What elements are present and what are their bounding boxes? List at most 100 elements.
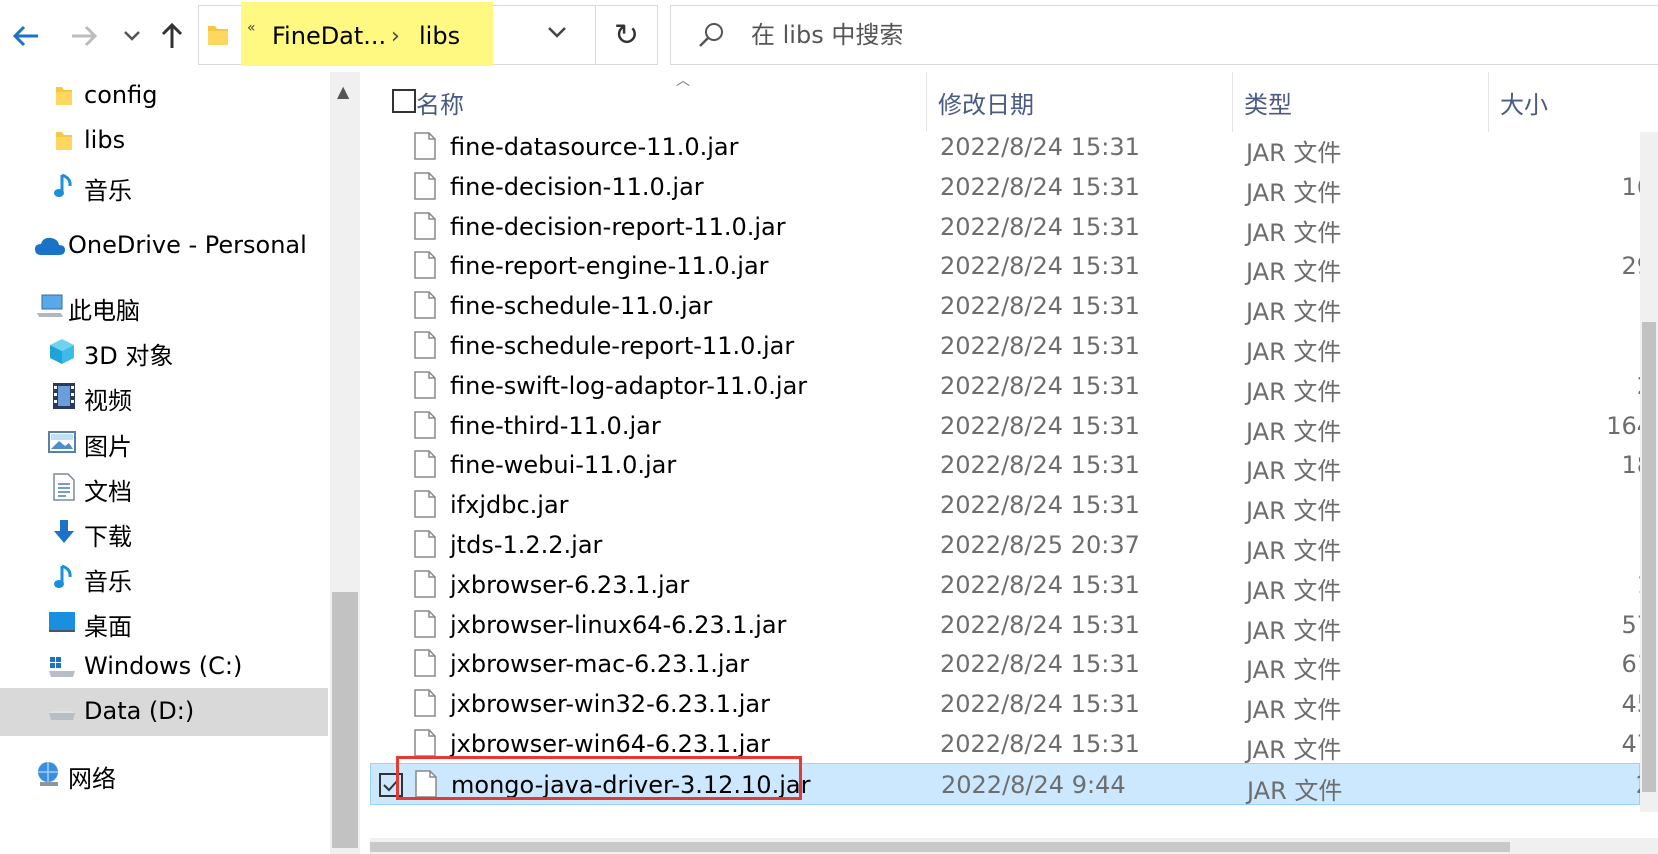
file-date: 2022/8/24 15:31 xyxy=(940,252,1140,280)
sidebar-item-onedrive[interactable]: OneDrive - Personal xyxy=(0,222,328,270)
file-name: ifxjdbc.jar xyxy=(450,491,569,519)
address-bar[interactable]: « FineDat... › libs xyxy=(198,2,596,66)
breadcrumb-finedata[interactable]: FineDat... xyxy=(272,22,386,50)
column-name[interactable]: 名称 xyxy=(416,72,926,132)
annotation-highlight-box xyxy=(396,756,802,800)
search-icon xyxy=(697,20,727,54)
file-name: fine-decision-report-11.0.jar xyxy=(450,213,786,241)
column-divider[interactable] xyxy=(1232,72,1233,132)
address-overflow-chevron[interactable]: « xyxy=(247,20,256,36)
sidebar-item-network[interactable]: 网络 xyxy=(0,750,328,798)
scroll-up-icon[interactable]: ▲ xyxy=(337,82,349,101)
sidebar-item-music-2[interactable]: 音乐 xyxy=(0,553,328,601)
file-row[interactable]: fine-report-engine-11.0.jar 2022/8/24 15:… xyxy=(370,245,1652,287)
column-date[interactable]: 修改日期 xyxy=(938,72,1234,132)
file-row[interactable]: fine-third-11.0.jar 2022/8/24 15:31 JAR 文件… xyxy=(370,405,1652,447)
sidebar-item-label: 此电脑 xyxy=(68,297,140,325)
sidebar-item-desktop[interactable]: 桌面 xyxy=(0,598,328,646)
sidebar-item-music[interactable]: 音乐 xyxy=(0,162,328,210)
folder-icon xyxy=(50,82,78,110)
file-icon xyxy=(414,570,436,604)
file-type: JAR 文件 xyxy=(1246,656,1342,684)
file-row[interactable]: jxbrowser-6.23.1.jar 2022/8/24 15:31 JAR 文… xyxy=(370,564,1652,606)
column-divider[interactable] xyxy=(926,72,927,132)
file-date: 2022/8/24 15:31 xyxy=(940,650,1140,678)
file-type: JAR 文件 xyxy=(1246,696,1342,724)
up-button[interactable] xyxy=(152,16,192,56)
file-name: fine-webui-11.0.jar xyxy=(450,451,677,479)
file-row[interactable]: fine-schedule-11.0.jar 2022/8/24 15:31 JAR… xyxy=(370,285,1640,327)
select-all-checkbox[interactable] xyxy=(392,89,416,113)
file-row[interactable]: ifxjdbc.jar 2022/8/24 15:31 JAR 文件 xyxy=(370,484,1640,526)
sidebar-item-label: libs xyxy=(84,126,126,154)
file-row[interactable]: fine-webui-11.0.jar 2022/8/24 15:31 JAR 文件… xyxy=(370,444,1652,486)
file-row[interactable]: fine-decision-report-11.0.jar 2022/8/24 1… xyxy=(370,206,1640,248)
file-row[interactable]: jxbrowser-mac-6.23.1.jar 2022/8/24 15:31 J… xyxy=(370,643,1652,685)
search-input[interactable] xyxy=(751,6,1631,64)
file-type: JAR 文件 xyxy=(1246,617,1342,645)
refresh-button[interactable]: ↻ xyxy=(596,5,658,65)
horizontal-scrollbar[interactable] xyxy=(370,838,1658,854)
column-size[interactable]: 大小 xyxy=(1500,72,1658,132)
search-box[interactable] xyxy=(670,5,1658,65)
sidebar-item-downloads[interactable]: 下载 xyxy=(0,508,328,556)
column-header: ︿ 名称 修改日期 类型 大小 xyxy=(370,72,1658,132)
file-row[interactable]: fine-datasource-11.0.jar 2022/8/24 15:31 J… xyxy=(370,126,1640,168)
file-date: 2022/8/24 15:31 xyxy=(940,372,1140,400)
file-icon xyxy=(414,132,436,166)
file-name: jxbrowser-6.23.1.jar xyxy=(450,571,690,599)
file-name: fine-datasource-11.0.jar xyxy=(450,133,739,161)
file-icon xyxy=(414,450,436,484)
breadcrumb-libs[interactable]: libs xyxy=(419,22,460,50)
file-date: 2022/8/24 15:31 xyxy=(940,730,1140,758)
sidebar-item-windows-c[interactable]: Windows (C:) xyxy=(0,643,328,691)
address-history-dropdown[interactable] xyxy=(547,24,567,43)
forward-button[interactable] xyxy=(64,16,104,56)
video-icon xyxy=(50,382,78,410)
file-icon xyxy=(414,331,436,365)
sidebar-item-this-pc[interactable]: 此电脑 xyxy=(0,282,328,330)
file-type: JAR 文件 xyxy=(1246,497,1342,525)
recent-locations-button[interactable] xyxy=(112,16,152,56)
arrow-up-icon xyxy=(161,22,183,48)
file-name: fine-decision-11.0.jar xyxy=(450,173,704,201)
back-button[interactable] xyxy=(6,16,46,56)
sidebar-item-label: 文档 xyxy=(84,478,132,506)
documents-icon xyxy=(50,473,78,501)
sidebar-item-3d-objects[interactable]: 3D 对象 xyxy=(0,327,328,375)
file-name: fine-report-engine-11.0.jar xyxy=(450,252,769,280)
sidebar-item-label: 3D 对象 xyxy=(84,342,174,370)
file-date: 2022/8/24 15:31 xyxy=(940,133,1140,161)
sidebar-item-config[interactable]: config xyxy=(0,72,328,120)
file-row[interactable]: fine-schedule-report-11.0.jar 2022/8/24 1… xyxy=(370,325,1640,367)
sidebar-item-videos[interactable]: 视频 xyxy=(0,372,328,420)
sidebar-item-documents[interactable]: 文档 xyxy=(0,463,328,511)
file-date: 2022/8/24 15:31 xyxy=(940,173,1140,201)
column-type[interactable]: 类型 xyxy=(1244,72,1484,132)
file-date: 2022/8/24 15:31 xyxy=(940,611,1140,639)
file-date: 2022/8/24 15:31 xyxy=(940,690,1140,718)
file-list-scrollbar[interactable] xyxy=(1640,132,1658,812)
sidebar-item-data-d[interactable]: Data (D:) xyxy=(0,688,328,736)
breadcrumb-separator[interactable]: › xyxy=(391,24,400,49)
file-row[interactable]: jtds-1.2.2.jar 2022/8/25 20:37 JAR 文件 xyxy=(370,524,1640,566)
sidebar-item-pictures[interactable]: 图片 xyxy=(0,418,328,466)
file-icon xyxy=(414,689,436,723)
file-row[interactable]: fine-swift-log-adaptor-11.0.jar 2022/8/24… xyxy=(370,365,1652,407)
column-name-label: 名称 xyxy=(416,90,464,119)
horizontal-scroll-thumb[interactable] xyxy=(370,842,1510,852)
file-type: JAR 文件 xyxy=(1246,219,1342,247)
column-divider[interactable] xyxy=(1488,72,1489,132)
sidebar-scrollbar[interactable]: ▲ xyxy=(330,72,360,854)
computer-icon xyxy=(34,292,66,320)
file-row[interactable]: jxbrowser-win32-6.23.1.jar 2022/8/24 15:3… xyxy=(370,683,1652,725)
file-row[interactable]: jxbrowser-linux64-6.23.1.jar 2022/8/24 15… xyxy=(370,604,1652,646)
file-icon xyxy=(414,490,436,524)
file-icon xyxy=(414,530,436,564)
file-list-scroll-thumb[interactable] xyxy=(1642,322,1656,792)
sidebar-item-libs[interactable]: libs xyxy=(0,117,328,165)
file-date: 2022/8/25 20:37 xyxy=(940,531,1140,559)
sidebar-scroll-thumb[interactable] xyxy=(332,592,358,848)
file-icon xyxy=(414,411,436,445)
file-row[interactable]: fine-decision-11.0.jar 2022/8/24 15:31 JAR… xyxy=(370,166,1652,208)
